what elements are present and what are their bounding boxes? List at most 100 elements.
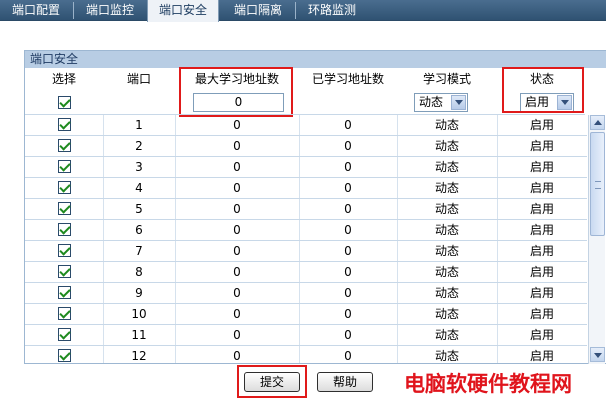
table-row: 5 0 0 动态 启用	[25, 199, 587, 220]
highlight-max-learn	[179, 67, 293, 117]
scroll-down-arrow-icon[interactable]	[590, 347, 605, 362]
cell-status: 启用	[529, 349, 554, 363]
cell-status: 启用	[529, 265, 554, 279]
cell-max-learn: 0	[233, 223, 241, 237]
tab-port-security[interactable]: 端口安全	[147, 0, 219, 22]
panel-title: 端口安全	[25, 51, 606, 68]
row-select-checkbox[interactable]	[58, 181, 71, 194]
table-row: 9 0 0 动态 启用	[25, 283, 587, 304]
table-row: 6 0 0 动态 启用	[25, 220, 587, 241]
cell-port: 6	[135, 223, 143, 237]
cell-learned: 0	[344, 118, 352, 132]
tab-port-isolation[interactable]: 端口隔离	[222, 0, 294, 21]
cell-port: 9	[135, 286, 143, 300]
learn-mode-select[interactable]: 动态	[414, 93, 468, 112]
port-table-body: 1 0 0 动态 启用 2 0 0 动态 启用 3 0 0 动态 启用 4 0 0 动态 启用 5 0 0 动态 启用 6 0 0 动态…	[25, 115, 587, 363]
cell-max-learn: 0	[233, 307, 241, 321]
cell-learned: 0	[344, 307, 352, 321]
cell-port: 7	[135, 244, 143, 258]
chevron-down-icon	[451, 95, 466, 110]
table-row: 12 0 0 动态 启用	[25, 346, 587, 363]
watermark-text: 电脑软硬件教程网	[404, 372, 572, 396]
row-select-checkbox[interactable]	[58, 307, 71, 320]
table-row: 8 0 0 动态 启用	[25, 262, 587, 283]
cell-status: 启用	[529, 160, 554, 174]
highlight-status	[502, 67, 584, 113]
row-select-checkbox[interactable]	[58, 118, 71, 131]
cell-learn-mode: 动态	[434, 223, 459, 237]
cell-learn-mode: 动态	[434, 349, 459, 363]
row-select-checkbox[interactable]	[58, 202, 71, 215]
tab-port-config[interactable]: 端口配置	[0, 0, 72, 21]
cell-learned: 0	[344, 181, 352, 195]
cell-learned: 0	[344, 223, 352, 237]
cell-learn-mode: 动态	[434, 244, 459, 258]
cell-status: 启用	[529, 328, 554, 342]
select-all-checkbox[interactable]	[58, 96, 71, 109]
cell-port: 11	[131, 328, 147, 342]
learn-mode-select-value: 动态	[419, 95, 444, 109]
cell-learn-mode: 动态	[434, 181, 459, 195]
cell-learn-mode: 动态	[434, 118, 459, 132]
cell-learn-mode: 动态	[434, 160, 459, 174]
cell-max-learn: 0	[233, 265, 241, 279]
row-select-checkbox[interactable]	[58, 286, 71, 299]
cell-max-learn: 0	[233, 349, 241, 363]
cell-max-learn: 0	[233, 181, 241, 195]
cell-max-learn: 0	[233, 286, 241, 300]
row-select-checkbox[interactable]	[58, 160, 71, 173]
cell-learned: 0	[344, 265, 352, 279]
cell-learned: 0	[344, 160, 352, 174]
cell-status: 启用	[529, 286, 554, 300]
cell-status: 启用	[529, 223, 554, 237]
cell-learned: 0	[344, 286, 352, 300]
header-select: 选择	[51, 72, 76, 86]
row-select-checkbox[interactable]	[58, 244, 71, 257]
tab-loop-detect[interactable]: 环路监测	[296, 0, 368, 21]
table-row: 10 0 0 动态 启用	[25, 304, 587, 325]
header-port: 端口	[126, 72, 151, 86]
scroll-up-arrow-icon[interactable]	[590, 115, 605, 130]
table-row: 3 0 0 动态 启用	[25, 157, 587, 178]
cell-max-learn: 0	[233, 118, 241, 132]
cell-status: 启用	[529, 181, 554, 195]
row-select-checkbox[interactable]	[58, 139, 71, 152]
table-row: 4 0 0 动态 启用	[25, 178, 587, 199]
cell-status: 启用	[529, 202, 554, 216]
cell-port: 4	[135, 181, 143, 195]
row-select-checkbox[interactable]	[58, 223, 71, 236]
submit-button[interactable]: 提交	[244, 372, 300, 392]
cell-learn-mode: 动态	[434, 286, 459, 300]
cell-learned: 0	[344, 328, 352, 342]
cell-status: 启用	[529, 139, 554, 153]
cell-learned: 0	[344, 349, 352, 363]
cell-max-learn: 0	[233, 328, 241, 342]
table-scrollbar[interactable]	[588, 115, 605, 364]
cell-learn-mode: 动态	[434, 139, 459, 153]
cell-max-learn: 0	[233, 202, 241, 216]
row-select-checkbox[interactable]	[58, 265, 71, 278]
table-row: 1 0 0 动态 启用	[25, 115, 587, 136]
row-select-checkbox[interactable]	[58, 328, 71, 341]
table-row: 2 0 0 动态 启用	[25, 136, 587, 157]
cell-learned: 0	[344, 202, 352, 216]
cell-learn-mode: 动态	[434, 328, 459, 342]
tab-port-monitor[interactable]: 端口监控	[74, 0, 146, 21]
header-learn-mode: 学习模式	[422, 72, 471, 86]
cell-port: 2	[135, 139, 143, 153]
cell-max-learn: 0	[233, 244, 241, 258]
cell-learned: 0	[344, 139, 352, 153]
cell-max-learn: 0	[233, 160, 241, 174]
cell-port: 8	[135, 265, 143, 279]
cell-port: 3	[135, 160, 143, 174]
cell-status: 启用	[529, 118, 554, 132]
cell-status: 启用	[529, 244, 554, 258]
port-security-panel: 端口安全 选择 端口 最大学习地址数 已学习地址数 学习模式 状态 0 动态 启…	[24, 50, 606, 364]
header-learned: 已学习地址数	[311, 72, 384, 86]
help-button[interactable]: 帮助	[317, 372, 373, 392]
row-select-checkbox[interactable]	[58, 349, 71, 362]
tab-bar: 端口配置 端口监控 端口安全 端口隔离 环路监测	[0, 0, 606, 22]
scroll-thumb[interactable]	[590, 132, 605, 236]
cell-port: 10	[131, 307, 147, 321]
cell-learn-mode: 动态	[434, 307, 459, 321]
